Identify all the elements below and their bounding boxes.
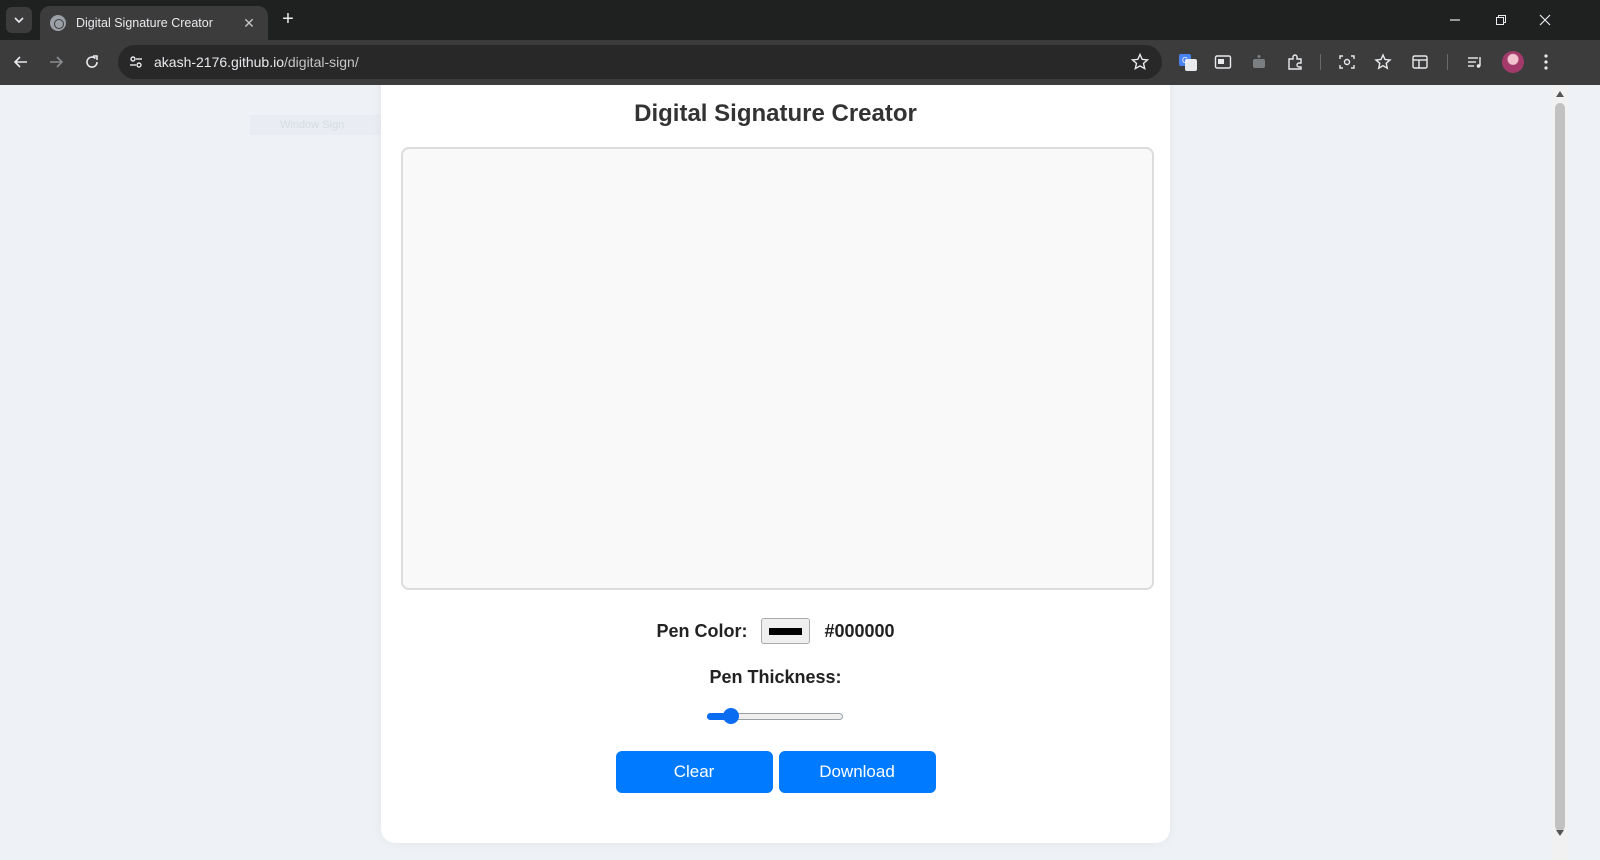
pen-color-swatch — [769, 627, 803, 635]
back-button[interactable] — [7, 48, 35, 76]
restore-button[interactable] — [1478, 0, 1524, 40]
tab-close-icon[interactable]: ✕ — [240, 15, 258, 32]
scroll-down-arrow-icon[interactable] — [1556, 830, 1564, 836]
page-viewport: Window Sign Digital Signature Creator Pe… — [0, 85, 1552, 860]
scrollbar-thumb[interactable] — [1555, 103, 1565, 831]
translate-extension-button[interactable]: G — [1177, 51, 1199, 73]
reload-button[interactable] — [78, 48, 106, 76]
toolbar-divider — [1320, 54, 1321, 70]
download-button[interactable]: Download — [778, 751, 936, 793]
pen-thickness-row: Pen Thickness: — [381, 667, 1170, 688]
translate-icon: G — [1179, 54, 1197, 71]
tab-search-button[interactable] — [6, 7, 32, 33]
robot-icon — [1253, 55, 1265, 68]
puzzle-icon — [1288, 54, 1302, 70]
close-window-button[interactable] — [1522, 0, 1568, 40]
panel-icon — [1412, 55, 1428, 69]
picture-in-picture-icon — [1214, 55, 1232, 69]
menu-button[interactable] — [1535, 51, 1557, 73]
reload-icon — [86, 55, 98, 68]
media-extension-button[interactable] — [1212, 51, 1234, 73]
screenshot-button[interactable] — [1336, 51, 1358, 73]
signature-canvas[interactable] — [401, 147, 1154, 590]
clear-button[interactable]: Clear — [615, 751, 773, 793]
minimize-icon — [1450, 19, 1460, 21]
pen-color-picker[interactable] — [761, 618, 811, 644]
tab-title: Digital Signature Creator — [76, 16, 213, 30]
extensions-button[interactable] — [1284, 51, 1306, 73]
star-icon — [1130, 52, 1150, 71]
url-host: akash-2176.github.io — [154, 54, 284, 70]
tune-icon — [130, 56, 142, 68]
url-text[interactable]: akash-2176.github.io/digital-sign/ — [154, 54, 359, 70]
pen-color-label: Pen Color: — [656, 620, 748, 641]
minimize-button[interactable] — [1432, 0, 1478, 40]
toolbar-divider — [1447, 54, 1448, 70]
profile-avatar[interactable] — [1502, 51, 1524, 73]
forward-button[interactable] — [42, 48, 70, 76]
page-edge — [1568, 85, 1600, 860]
action-buttons: Clear Download — [381, 751, 1170, 793]
more-vertical-icon — [1544, 54, 1548, 70]
bookmark-star-button[interactable] — [1130, 52, 1150, 72]
site-info-button[interactable] — [124, 50, 148, 74]
restore-icon — [1496, 15, 1506, 25]
camera-icon — [1339, 55, 1355, 69]
browser-tab-bar: Digital Signature Creator ✕ + — [0, 0, 1600, 40]
pen-color-value: #000000 — [824, 620, 895, 641]
svg-text:G: G — [1182, 56, 1188, 65]
address-bar[interactable]: akash-2176.github.io/digital-sign/ — [118, 45, 1162, 79]
browser-tab[interactable]: Digital Signature Creator ✕ — [40, 6, 268, 40]
star-list-icon — [1374, 53, 1392, 70]
slider-thumb[interactable] — [723, 708, 739, 724]
globe-icon — [50, 15, 66, 31]
media-control-button[interactable] — [1464, 51, 1486, 73]
favorites-button[interactable] — [1372, 51, 1394, 73]
pen-thickness-label: Pen Thickness: — [709, 667, 842, 687]
url-path: /digital-sign/ — [284, 54, 359, 70]
collections-button[interactable] — [1409, 51, 1431, 73]
page-title: Digital Signature Creator — [634, 100, 917, 127]
arrow-left-icon — [13, 56, 27, 68]
pen-color-row: Pen Color: #000000 — [381, 617, 1170, 645]
signature-card: Digital Signature Creator Pen Color: #00… — [381, 85, 1170, 843]
robot-extension-button[interactable] — [1248, 51, 1270, 73]
arrow-right-icon — [50, 56, 64, 68]
vertical-scrollbar[interactable] — [1552, 85, 1568, 860]
chevron-down-icon — [14, 17, 24, 24]
scroll-up-arrow-icon[interactable] — [1556, 91, 1564, 97]
playlist-icon — [1468, 57, 1481, 68]
new-tab-button[interactable]: + — [276, 8, 300, 32]
close-icon — [1539, 14, 1551, 26]
pen-thickness-slider[interactable] — [707, 708, 845, 724]
browser-toolbar: akash-2176.github.io/digital-sign/ G — [0, 40, 1600, 85]
